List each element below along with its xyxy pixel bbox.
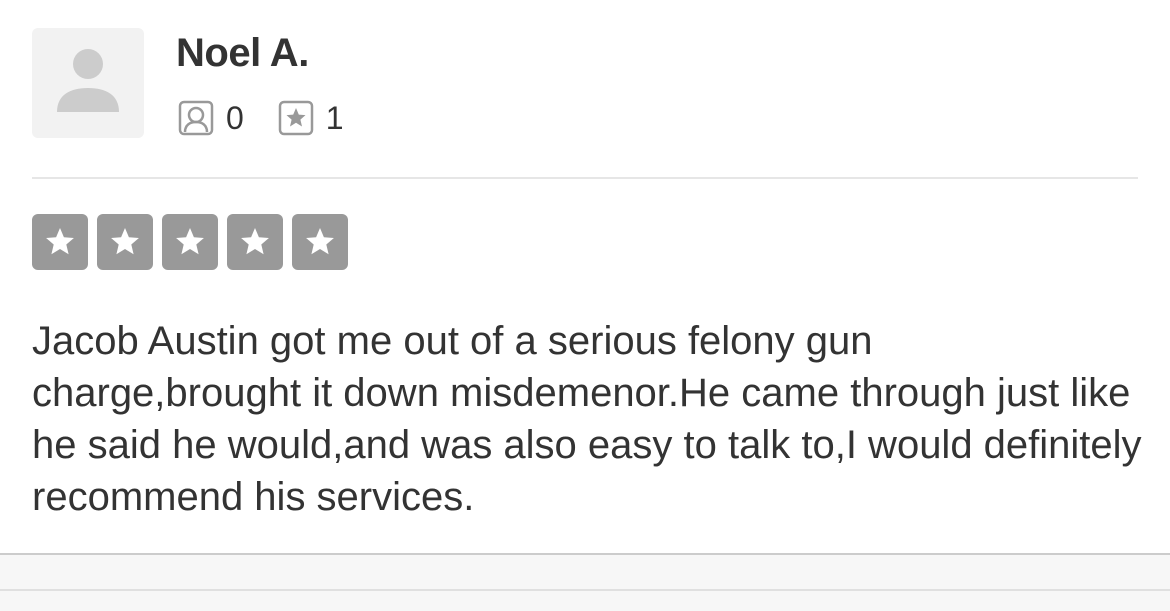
rating-star: [292, 214, 348, 270]
rating-star: [32, 214, 88, 270]
rating-star: [97, 214, 153, 270]
user-name[interactable]: Noel A.: [176, 28, 309, 78]
user-stats: 0 1: [178, 98, 344, 138]
next-review-divider: [0, 589, 1170, 591]
rating-star: [162, 214, 218, 270]
review-star-icon: [278, 100, 314, 136]
default-user-avatar-icon: [57, 49, 119, 112]
review-text: Jacob Austin got me out of a serious fel…: [32, 319, 1142, 519]
next-review-area: [0, 555, 1170, 611]
user-avatar[interactable]: [32, 28, 144, 138]
star-icon: [176, 228, 204, 255]
star-icon: [46, 228, 74, 255]
reviews-count: 1: [325, 100, 344, 136]
reviews-stat: 1: [278, 98, 344, 138]
rating-star: [227, 214, 283, 270]
star-icon: [111, 228, 139, 255]
star-icon: [306, 228, 334, 255]
review-card: Noel A. 0 1 Jacob Austin got me out of a…: [0, 0, 1170, 553]
friends-count: 0: [226, 100, 244, 136]
star-rating: [32, 214, 348, 270]
header-divider: [32, 177, 1138, 179]
friends-stat: 0: [178, 98, 244, 138]
star-icon: [241, 228, 269, 255]
friends-icon: [178, 100, 214, 136]
